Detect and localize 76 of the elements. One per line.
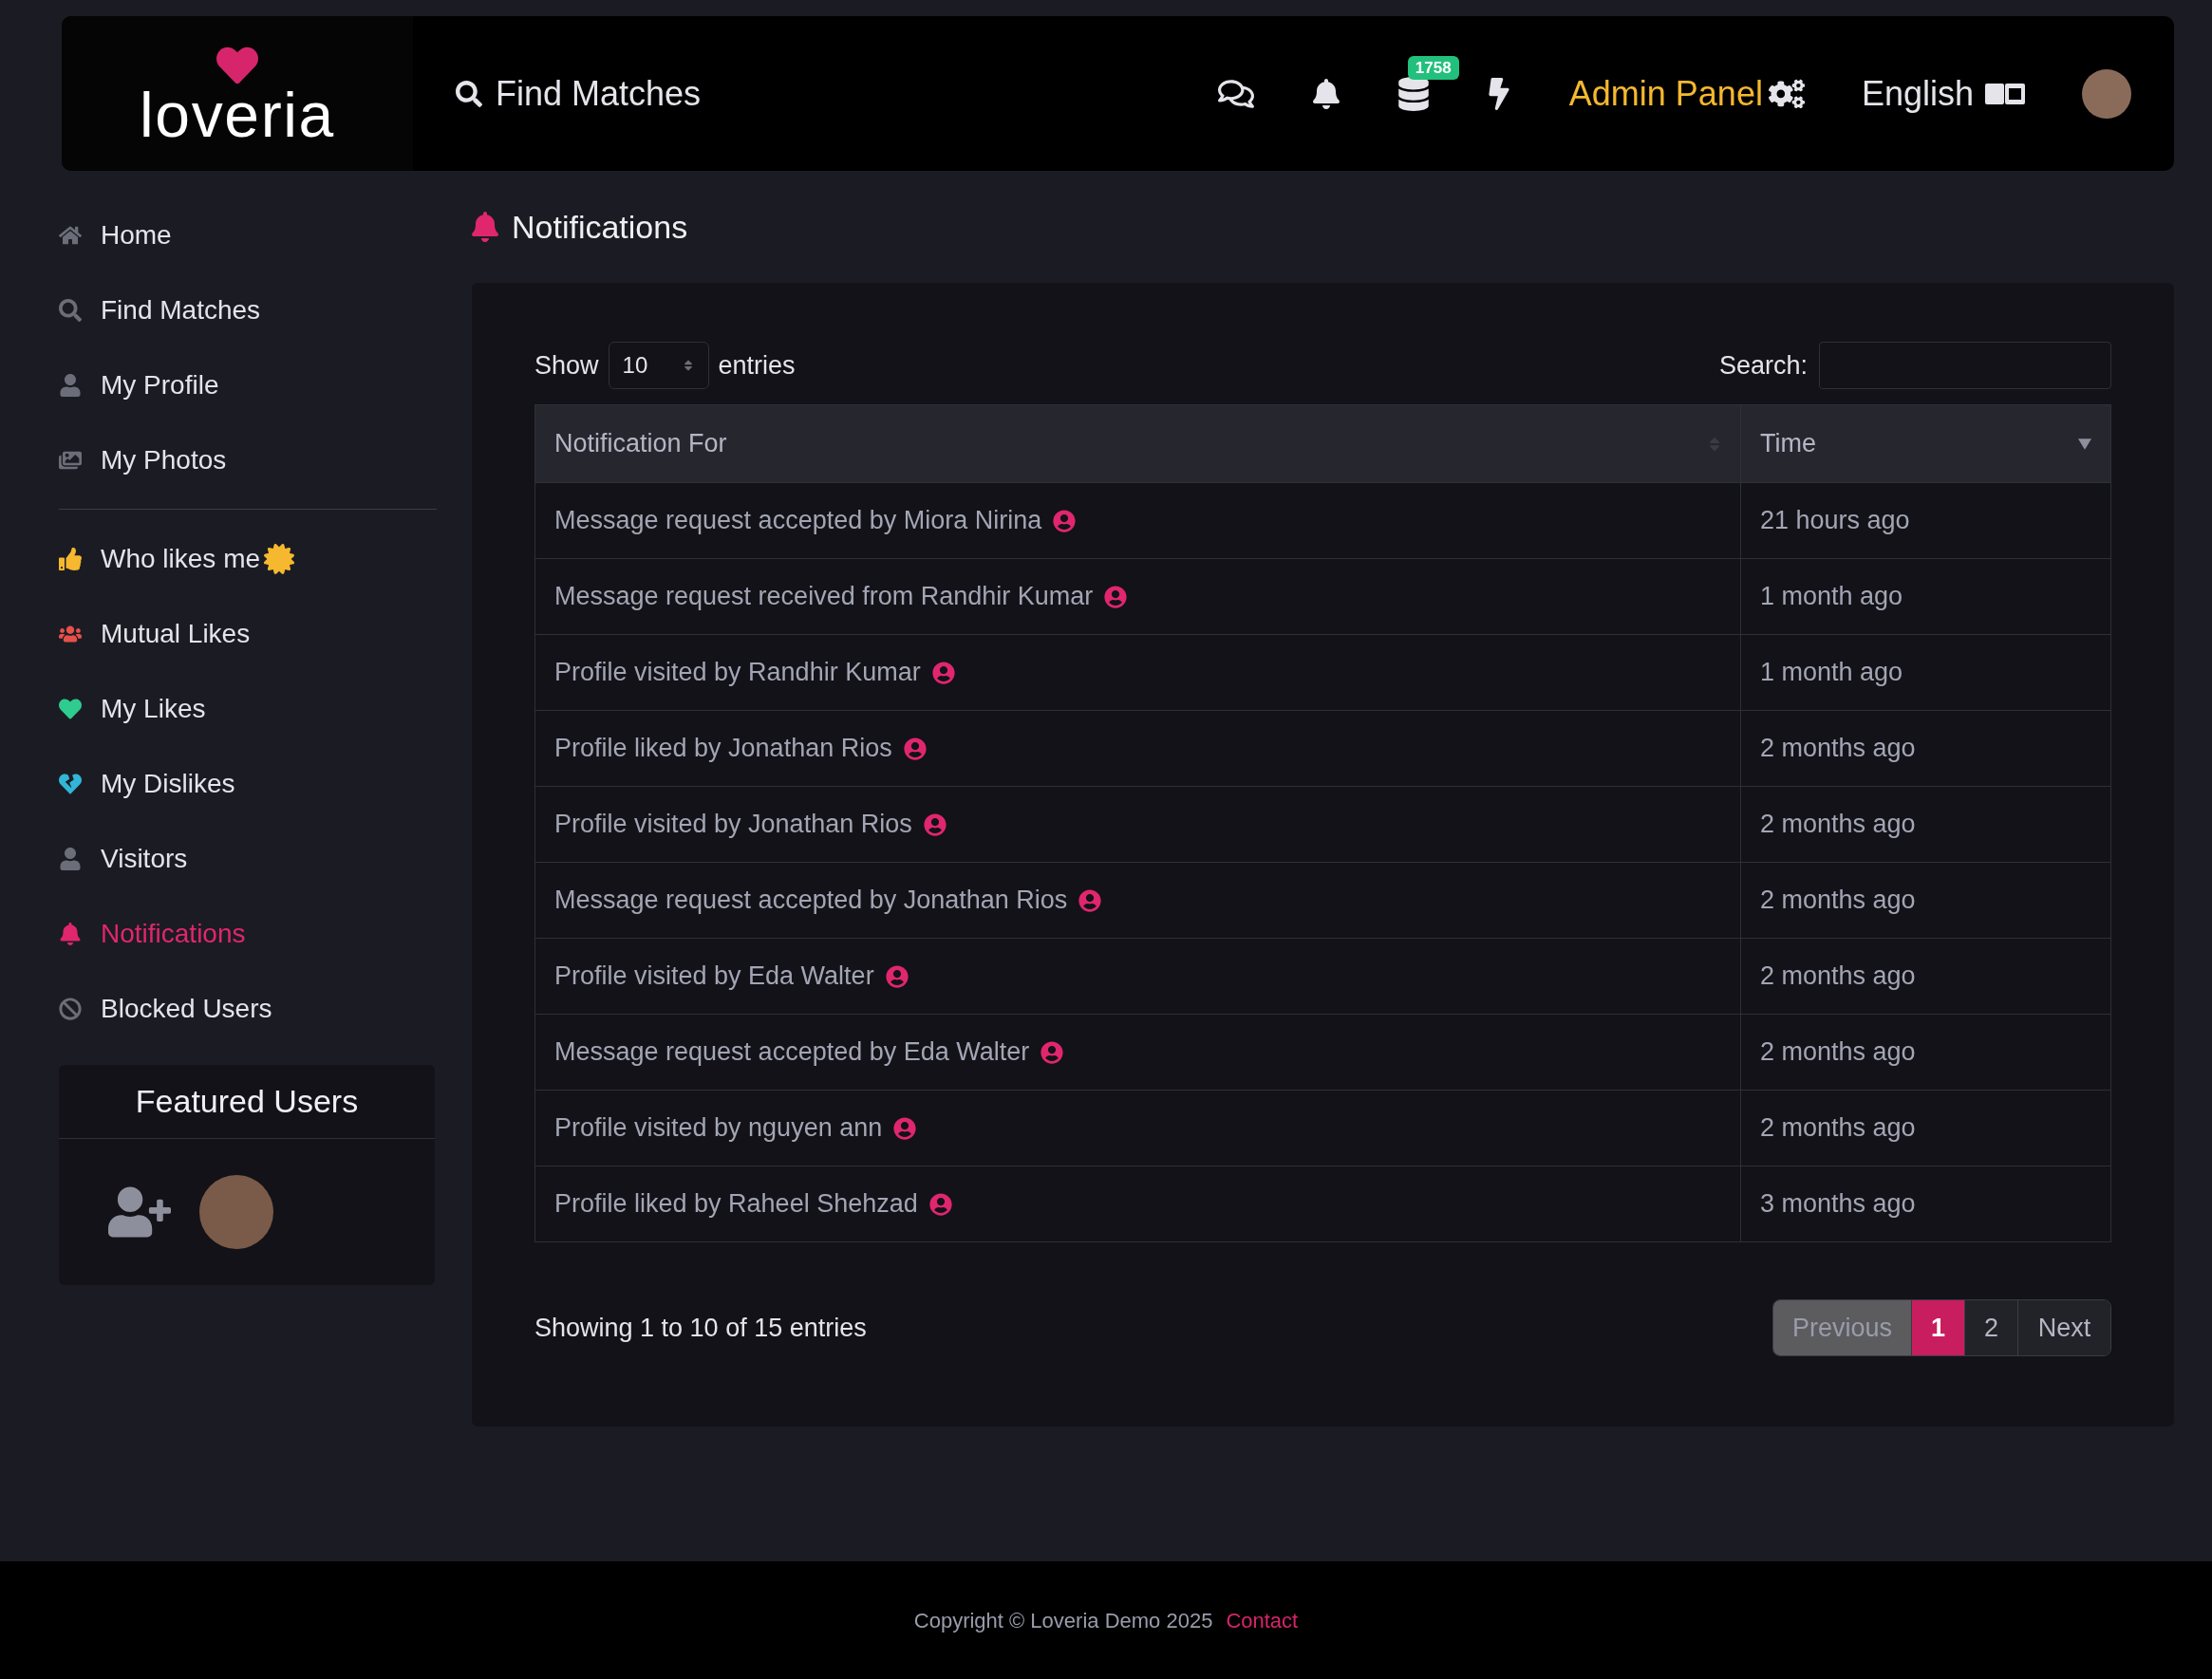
profile-icon[interactable] xyxy=(928,1192,952,1216)
thumbs-up-icon xyxy=(59,547,82,570)
column-header[interactable]: Notification For xyxy=(534,404,1741,483)
page-size-select[interactable]: 10 xyxy=(608,342,709,389)
profile-icon[interactable] xyxy=(1053,509,1077,532)
broken-heart-icon xyxy=(59,772,82,795)
translate-icon xyxy=(1985,83,2025,104)
column-header[interactable]: Time xyxy=(1740,404,2111,483)
user-icon xyxy=(59,373,82,397)
pagination-button[interactable]: Next xyxy=(2017,1300,2110,1355)
table-cell: 1 month ago xyxy=(1740,634,2111,711)
table-cell-text: Message request accepted by Jonathan Rios xyxy=(554,885,1068,917)
panel-title: Featured Users xyxy=(59,1065,435,1139)
add-user-icon[interactable] xyxy=(108,1186,171,1238)
sidebar-item[interactable]: Who likes me xyxy=(59,521,437,596)
table-cell: 1 month ago xyxy=(1740,558,2111,635)
credits-icon[interactable] xyxy=(1397,76,1429,111)
table-cell-text: Profile visited by Jonathan Rios xyxy=(554,809,912,841)
profile-icon[interactable] xyxy=(1104,585,1128,608)
search-icon xyxy=(456,80,482,107)
sidebar-item[interactable]: My Profile xyxy=(59,347,437,422)
bell-icon xyxy=(59,922,82,945)
table-cell-text: Message request accepted by Eda Walter xyxy=(554,1036,1030,1069)
user-avatar[interactable] xyxy=(2082,68,2131,119)
language-selector[interactable]: English xyxy=(1861,67,2025,120)
table-cell: 2 months ago xyxy=(1740,1090,2111,1166)
table-cell-text: Profile visited by Randhir Kumar xyxy=(554,657,921,689)
table-cell: 2 months ago xyxy=(1740,938,2111,1015)
table-cell: 21 hours ago xyxy=(1740,482,2111,559)
contact-link[interactable]: Contact xyxy=(1226,1604,1299,1636)
pagination-button[interactable]: 1 xyxy=(1910,1300,1964,1355)
sidebar-item[interactable]: Mutual Likes xyxy=(59,596,437,671)
heart-icon xyxy=(59,697,82,720)
entries-label: entries xyxy=(718,349,796,382)
table-cell-text: Profile visited by Eda Walter xyxy=(554,961,874,993)
search-field[interactable] xyxy=(1819,342,2111,389)
profile-icon[interactable] xyxy=(903,737,927,760)
sidebar-item[interactable]: Visitors xyxy=(59,821,437,896)
profile-icon[interactable] xyxy=(1078,888,1102,912)
table-cell-text: Message request received from Randhir Kumar xyxy=(554,581,1094,613)
admin-panel-link[interactable]: Admin Panel xyxy=(1568,67,1805,120)
table-cell: 2 months ago xyxy=(1740,786,2111,863)
show-label: Show xyxy=(534,349,599,382)
page-title: Notifications xyxy=(512,207,688,247)
find-matches-link[interactable]: Find Matches xyxy=(456,67,702,120)
table-cell-text: Profile liked by Raheel Shehzad xyxy=(554,1188,918,1221)
pagination-button[interactable]: 2 xyxy=(1963,1300,2017,1355)
sidebar-item[interactable]: Home xyxy=(59,197,437,272)
table-cell: 3 months ago xyxy=(1740,1166,2111,1242)
sidebar-item[interactable]: My Likes xyxy=(59,671,437,746)
table-cell: 2 months ago xyxy=(1740,862,2111,939)
user-icon xyxy=(59,847,82,870)
copyright-text: Copyright © Loveria Demo 2025 xyxy=(913,1607,1213,1634)
table-info: Showing 1 to 10 of 15 entries xyxy=(534,1312,867,1344)
bell-icon xyxy=(472,212,498,242)
profile-icon[interactable] xyxy=(1040,1040,1064,1064)
sidebar-item[interactable]: Blocked Users xyxy=(59,971,437,1046)
search-icon xyxy=(59,298,82,322)
logo[interactable]: loveria xyxy=(62,16,413,171)
sidebar-item[interactable]: Notifications xyxy=(59,896,437,971)
table-cell-text: Message request accepted by Miora Nirina xyxy=(554,505,1042,537)
table-cell-text: Profile visited by nguyen ann xyxy=(554,1112,883,1145)
ban-icon xyxy=(59,997,82,1020)
table-cell: 2 months ago xyxy=(1740,710,2111,787)
table-cell: 2 months ago xyxy=(1740,1014,2111,1091)
profile-icon[interactable] xyxy=(931,661,955,684)
profile-icon[interactable] xyxy=(893,1116,917,1140)
notifications-icon[interactable] xyxy=(1310,78,1341,109)
sidebar-item[interactable]: My Photos xyxy=(59,422,437,497)
profile-icon[interactable] xyxy=(885,964,909,988)
search-label: Search: xyxy=(1718,349,1808,382)
table-cell-text: Profile liked by Jonathan Rios xyxy=(554,733,892,765)
profile-icon[interactable] xyxy=(923,812,947,836)
sidebar-item[interactable]: My Dislikes xyxy=(59,746,437,821)
credits-count: 1758 xyxy=(1407,55,1459,80)
sidebar-item[interactable]: Find Matches xyxy=(59,272,437,347)
